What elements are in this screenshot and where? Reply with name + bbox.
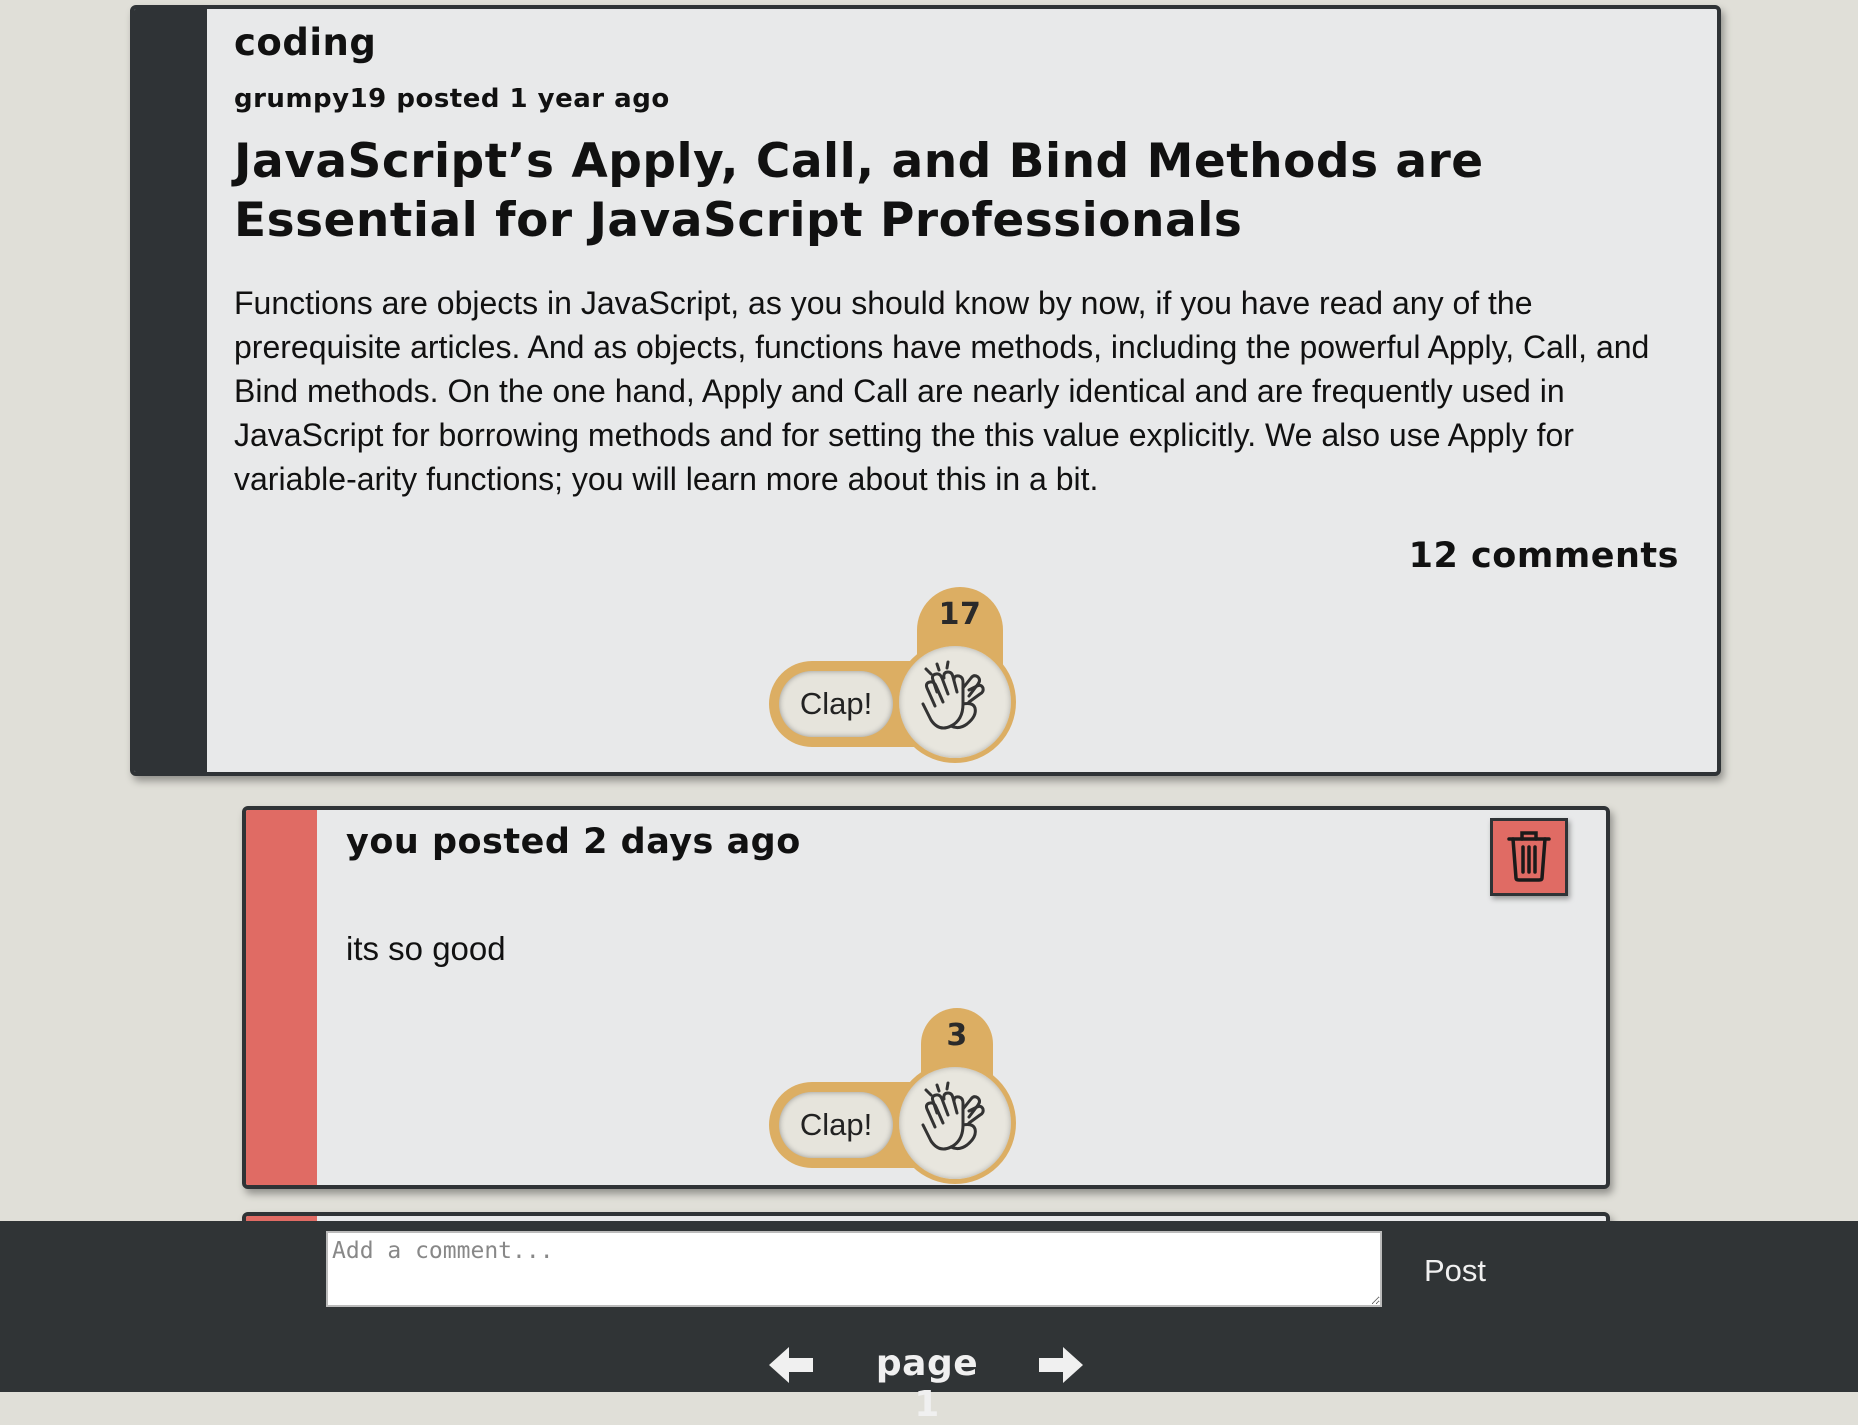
comment-clap-widget: 3 Clap!: [769, 1008, 1017, 1184]
comment-meta: you posted 2 days ago: [346, 822, 801, 862]
clap-button[interactable]: Clap!: [779, 671, 893, 737]
post-stripe: [134, 9, 207, 772]
delete-comment-button[interactable]: [1490, 818, 1568, 896]
comment-stripe: [246, 810, 317, 1185]
clap-button[interactable]: Clap!: [779, 1092, 893, 1158]
comment-card: you posted 2 days ago its so good 3 Clap…: [242, 806, 1610, 1189]
post-card: coding grumpy19 posted 1 year ago JavaSc…: [130, 5, 1721, 776]
post-author[interactable]: grumpy19: [234, 84, 387, 114]
trash-icon: [1505, 827, 1553, 888]
post-clap-widget: 17 Clap!: [769, 587, 1017, 763]
comment-input[interactable]: [326, 1231, 1382, 1307]
post-title[interactable]: JavaScript’s Apply, Call, and Bind Metho…: [234, 132, 1634, 250]
clap-count: 3: [946, 1018, 968, 1053]
clapping-hands-icon: [913, 658, 997, 747]
clapping-hands-icon: [913, 1079, 997, 1168]
post-time: posted 1 year ago: [396, 84, 670, 114]
arrow-left-icon[interactable]: [767, 1345, 815, 1385]
page-label: page 1: [875, 1343, 979, 1425]
pagination: page 1: [0, 1341, 1858, 1425]
comments-count[interactable]: 12 comments: [1409, 536, 1679, 576]
post-meta: grumpy19 posted 1 year ago: [234, 84, 670, 114]
post-comment-button[interactable]: Post: [1400, 1241, 1510, 1301]
comment-footer: Post page 1: [0, 1221, 1858, 1425]
clap-hand-button[interactable]: [894, 1062, 1016, 1184]
clap-hand-button[interactable]: [894, 641, 1016, 763]
post-category[interactable]: coding: [234, 21, 376, 64]
arrow-right-icon[interactable]: [1037, 1345, 1085, 1385]
post-excerpt: Functions are objects in JavaScript, as …: [234, 285, 1650, 497]
clap-count: 17: [938, 597, 982, 632]
comment-body: its so good: [346, 930, 506, 967]
